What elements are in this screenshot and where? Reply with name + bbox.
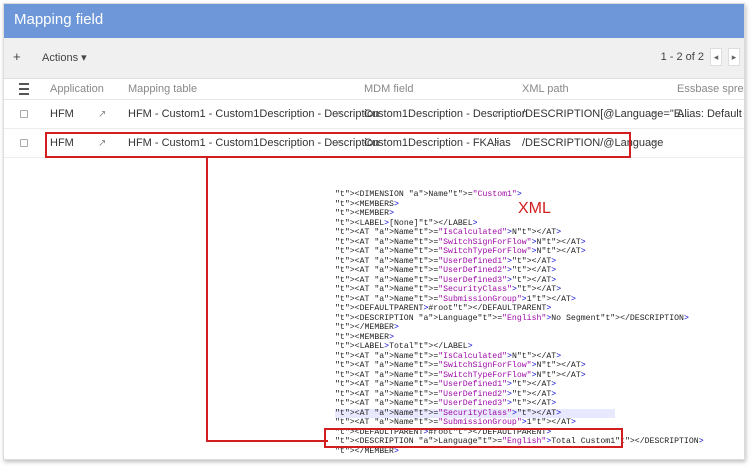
- xml-line: "t"><AT "a">Name"t">="IsCalculated">N"t"…: [335, 228, 562, 237]
- cell-xml-path: /DESCRIPTION[@Language="E...: [522, 108, 691, 120]
- external-link-icon[interactable]: ↗: [648, 100, 656, 128]
- external-link-icon[interactable]: ↗: [492, 100, 500, 128]
- xml-line: "t"><AT "a">Name"t">="SubmissionGroup">1…: [335, 294, 576, 304]
- actions-label: Actions: [42, 52, 79, 64]
- external-link-icon[interactable]: ↗: [98, 100, 106, 128]
- col-essbase-spread[interactable]: Essbase spread: [677, 79, 744, 99]
- xml-line: "t"><AT "a">Name"t">="UserDefined2">"t">…: [335, 389, 557, 399]
- window-title: Mapping field: [14, 11, 104, 28]
- xml-line: "t"><AT "a">Name"t">="UserDefined1">"t">…: [335, 380, 557, 389]
- cell-mdm-field: Custom1Description - Description: [364, 108, 528, 120]
- add-button[interactable]: +: [13, 49, 21, 64]
- xml-line: "t"><AT "a">Name"t">="SwitchTypeForFlow"…: [335, 370, 586, 380]
- xml-line: "t"><DIMENSION "a">Name"t">="Custom1">: [335, 190, 522, 199]
- xml-line: "t"><AT "a">Name"t">="UserDefined3">"t">…: [335, 399, 557, 408]
- xml-line: "t"><AT "a">Name"t">="SecurityClass">"t"…: [335, 408, 615, 418]
- col-application[interactable]: Application: [50, 79, 104, 99]
- caret-down-icon: ▾: [81, 52, 87, 64]
- row-highlight-box: [45, 132, 631, 158]
- xml-line: "t"><MEMBERS>: [335, 199, 399, 209]
- xml-line: "t"><MEMBER>: [335, 332, 394, 342]
- xml-line: "t"><AT "a">Name"t">="SwitchSignForFlow"…: [335, 237, 586, 247]
- actions-dropdown[interactable]: Actions ▾: [42, 51, 87, 64]
- table-header: Application Mapping table MDM field XML …: [4, 79, 744, 100]
- connector-vertical: [206, 157, 208, 441]
- window-titlebar: Mapping field: [4, 4, 744, 38]
- cell-application: HFM: [50, 108, 74, 120]
- external-link-icon[interactable]: ↗: [334, 100, 342, 128]
- menu-icon: [19, 83, 29, 95]
- xml-line: "t"><AT "a">Name"t">="UserDefined2">"t">…: [335, 266, 557, 275]
- xml-line: "t"><AT "a">Name"t">="SecurityClass">"t"…: [335, 285, 562, 294]
- xml-line: "t"><AT "a">Name"t">="UserDefined1">"t">…: [335, 256, 557, 266]
- prev-page-button[interactable]: ◂: [710, 48, 722, 66]
- connector-horizontal: [206, 440, 328, 442]
- xml-line: "t"><AT "a">Name"t">="IsCalculated">N"t"…: [335, 351, 562, 361]
- xml-line: "t"><AT "a">Name"t">="SwitchSignForFlow"…: [335, 361, 586, 370]
- xml-line: "t"><AT "a">Name"t">="SubmissionGroup">1…: [335, 418, 576, 427]
- xml-highlight-box: [324, 428, 623, 448]
- xml-line: "t"><DEFAULTPARENT>#root"t"></DEFAULTPAR…: [335, 304, 552, 313]
- col-xml-path[interactable]: XML path: [522, 79, 569, 99]
- row-checkbox[interactable]: [20, 139, 28, 147]
- page-info: 1 - 2 of 2: [660, 51, 704, 63]
- next-page-button[interactable]: ▸: [728, 48, 740, 66]
- col-mdm-field[interactable]: MDM field: [364, 79, 414, 99]
- xml-line: "t"><AT "a">Name"t">="SwitchTypeForFlow"…: [335, 247, 586, 256]
- xml-line: "t"><LABEL>[None]"t"></LABEL>: [335, 218, 478, 228]
- external-link-icon[interactable]: ↗: [648, 129, 656, 157]
- cell-essbase: Alias: Default: [677, 108, 742, 120]
- xml-line: "t"></MEMBER>: [335, 323, 399, 332]
- row-checkbox[interactable]: [20, 110, 28, 118]
- xml-code-block: "t"><DIMENSION "a">Name"t">="Custom1"> "t…: [335, 190, 704, 456]
- xml-line: "t"><DESCRIPTION "a">Language"t">="Engli…: [335, 313, 689, 323]
- xml-line: "t"><LABEL>Total"t"></LABEL>: [335, 342, 473, 351]
- toolbar: + Actions ▾ 1 - 2 of 2 ◂ ▸: [4, 38, 744, 79]
- pager: 1 - 2 of 2 ◂ ▸: [661, 48, 740, 66]
- xml-line: "t"><AT "a">Name"t">="UserDefined3">"t">…: [335, 275, 557, 285]
- table-row[interactable]: HFM ↗ HFM - Custom1 - Custom1Description…: [4, 100, 744, 129]
- column-menu-button[interactable]: [19, 79, 29, 99]
- xml-line: "t"><MEMBER>: [335, 209, 394, 218]
- col-mapping-table[interactable]: Mapping table: [128, 79, 197, 99]
